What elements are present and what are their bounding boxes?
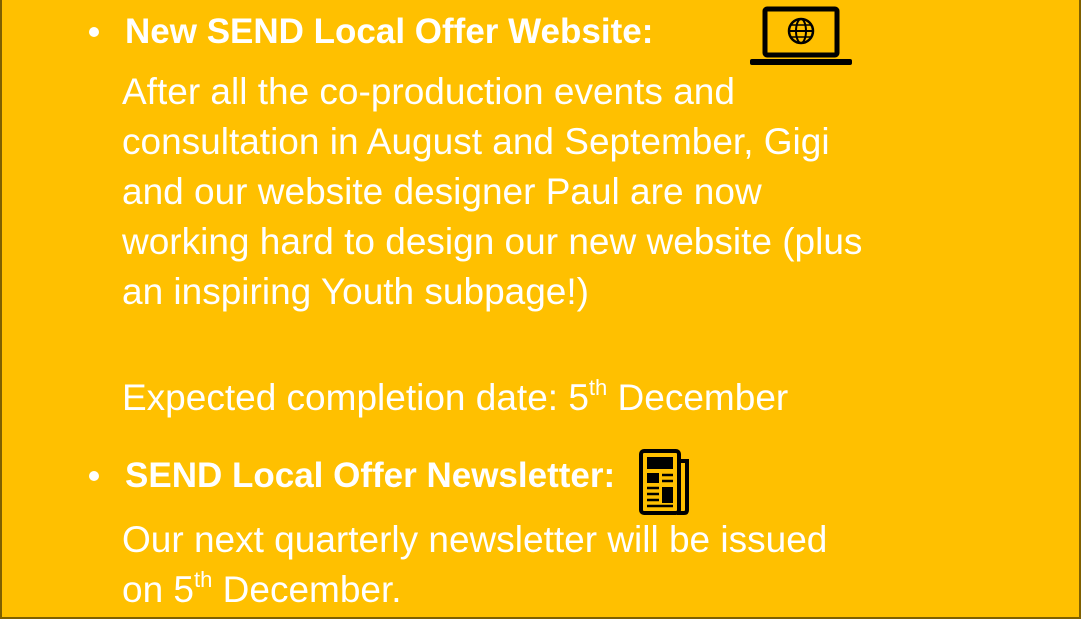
website-heading-text: New SEND Local Offer Website:: [125, 12, 654, 51]
completion-date-sup: th: [588, 375, 608, 400]
slide-panel: New SEND Local Offer Website: After all …: [0, 0, 1081, 619]
completion-date: Expected completion date: 5th December: [122, 373, 788, 423]
newsletter-heading-text: SEND Local Offer Newsletter:: [125, 456, 616, 495]
laptop-globe-icon: [750, 6, 852, 65]
newsletter-line-2-prefix: on 5: [122, 569, 195, 610]
website-bullet-heading: New SEND Local Offer Website:: [89, 12, 653, 52]
website-line-5: an inspiring Youth subpage!): [122, 271, 589, 312]
bullet-icon: [89, 27, 99, 37]
newsletter-line-1: Our next quarterly newsletter will be is…: [122, 519, 828, 560]
newsletter-line-2-suffix: December.: [212, 569, 402, 610]
completion-date-suffix: December: [607, 377, 789, 418]
newsletter-line-2: on 5th December.: [122, 565, 827, 615]
newspaper-icon: [639, 449, 689, 515]
website-line-2: consultation in August and September, Gi…: [122, 121, 830, 162]
website-line-4: working hard to design our new website (…: [122, 221, 863, 262]
newsletter-bullet-heading: SEND Local Offer Newsletter:: [89, 456, 615, 496]
completion-date-prefix: Expected completion date: 5: [122, 377, 589, 418]
website-line-1: After all the co-production events and: [122, 71, 735, 112]
newsletter-paragraph: Our next quarterly newsletter will be is…: [122, 515, 827, 615]
website-paragraph: After all the co-production events and c…: [122, 67, 862, 317]
website-line-3: and our website designer Paul are now: [122, 171, 762, 212]
bullet-icon: [89, 471, 99, 481]
newsletter-line-2-sup: th: [194, 567, 213, 592]
